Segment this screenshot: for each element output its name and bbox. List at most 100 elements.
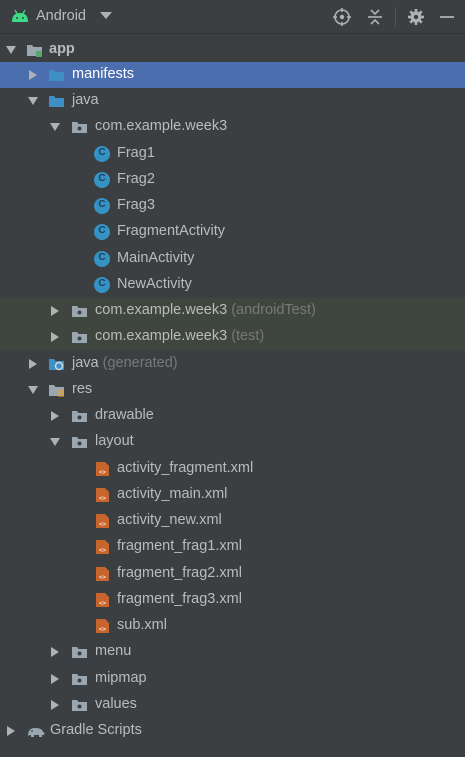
tree-node-class[interactable]: C Frag2 [0, 167, 465, 193]
package-icon [72, 122, 87, 133]
tree-label: manifests [72, 66, 135, 82]
svg-text:<>: <> [99, 600, 107, 607]
tree-node-gradle-scripts[interactable]: Gradle Scripts [0, 718, 465, 744]
tree-node-class[interactable]: C Frag3 [0, 193, 465, 219]
collapsed-arrow-icon[interactable] [50, 332, 60, 342]
tree-node-class[interactable]: C NewActivity [0, 272, 465, 298]
svg-text:<>: <> [99, 469, 107, 476]
collapsed-arrow-icon[interactable] [28, 359, 38, 369]
class-icon: C [94, 277, 110, 293]
tree-node-class[interactable]: C Frag1 [0, 141, 465, 167]
tree-node-values[interactable]: values [0, 692, 465, 718]
expanded-arrow-icon[interactable] [6, 45, 16, 55]
tree-node-class[interactable]: C FragmentActivity [0, 219, 465, 245]
xml-file-icon: <> [96, 567, 109, 581]
collapsed-arrow-icon[interactable] [6, 726, 16, 736]
tree-node-xml-file[interactable]: <> activity_main.xml [0, 482, 465, 508]
tree-label: menu [95, 643, 132, 659]
tree-label: mipmap [95, 670, 147, 686]
dropdown-arrow-icon[interactable] [100, 12, 112, 20]
tree-label: Frag2 [117, 171, 155, 187]
folder-icon [72, 674, 87, 685]
tree-node-xml-file[interactable]: <> sub.xml [0, 613, 465, 639]
tree-label-suffix: (androidTest) [231, 302, 316, 318]
class-icon: C [94, 224, 110, 240]
class-icon: C [94, 251, 110, 267]
tree-node-mipmap[interactable]: mipmap [0, 666, 465, 692]
svg-text:<>: <> [99, 574, 107, 581]
tree-node-drawable[interactable]: drawable [0, 403, 465, 429]
svg-text:<>: <> [99, 495, 107, 502]
class-icon: C [94, 172, 110, 188]
tree-node-package-test[interactable]: com.example.week3 (test) [0, 324, 465, 350]
minimize-icon[interactable] [437, 7, 457, 27]
class-icon: C [94, 146, 110, 162]
collapsed-arrow-icon[interactable] [50, 674, 60, 684]
tree-node-package-main[interactable]: com.example.week3 [0, 114, 465, 140]
tree-label: java (generated) [72, 355, 178, 371]
tree-label: FragmentActivity [117, 223, 225, 239]
svg-text:<>: <> [99, 547, 107, 554]
tree-label: activity_main.xml [117, 486, 228, 502]
tree-label: activity_new.xml [117, 512, 222, 528]
collapsed-arrow-icon[interactable] [50, 411, 60, 421]
expanded-arrow-icon[interactable] [28, 385, 38, 395]
collapsed-arrow-icon[interactable] [50, 700, 60, 710]
tree-node-xml-file[interactable]: <> fragment_frag2.xml [0, 561, 465, 587]
svg-text:<>: <> [99, 521, 107, 528]
tree-label: drawable [95, 407, 154, 423]
xml-file-icon: <> [96, 593, 109, 607]
tree-label: fragment_frag3.xml [117, 591, 242, 607]
folder-icon [72, 647, 87, 658]
tree-label: Gradle Scripts [50, 722, 142, 738]
tree-node-app[interactable]: app [0, 37, 465, 63]
gear-icon[interactable] [406, 7, 426, 27]
tree-node-package-android-test[interactable]: com.example.week3 (androidTest) [0, 298, 465, 324]
tree-label: Frag3 [117, 197, 155, 213]
folder-icon [72, 411, 87, 422]
expanded-arrow-icon[interactable] [28, 96, 38, 106]
tree-node-xml-file[interactable]: <> fragment_frag3.xml [0, 587, 465, 613]
xml-file-icon: <> [96, 488, 109, 502]
tree-label: res [72, 381, 93, 397]
collapsed-arrow-icon[interactable] [50, 647, 60, 657]
tree-label: layout [95, 433, 134, 449]
tree-node-java-generated[interactable]: java (generated) [0, 351, 465, 377]
collapsed-arrow-icon[interactable] [28, 70, 38, 80]
tree-label: app [49, 41, 75, 57]
tree-node-res[interactable]: res [0, 377, 465, 403]
tree-label: Frag1 [117, 145, 155, 161]
collapse-all-icon[interactable] [365, 7, 385, 27]
tree-node-java[interactable]: java [0, 88, 465, 114]
tree-node-class[interactable]: C MainActivity [0, 246, 465, 272]
tree-label: java [72, 92, 99, 108]
android-icon [12, 9, 28, 22]
tree-label-suffix: (generated) [102, 355, 178, 371]
tree-node-xml-file[interactable]: <> activity_fragment.xml [0, 456, 465, 482]
source-folder-icon [49, 96, 64, 107]
generated-folder-icon [49, 359, 64, 371]
collapsed-arrow-icon[interactable] [50, 306, 60, 316]
folder-icon [49, 70, 64, 81]
tree-node-xml-file[interactable]: <> fragment_frag1.xml [0, 534, 465, 560]
locate-icon[interactable] [332, 7, 352, 27]
xml-file-icon: <> [96, 540, 109, 554]
tree-label-suffix: (test) [231, 328, 265, 344]
gradle-elephant-icon [28, 728, 45, 737]
module-folder-icon [27, 45, 42, 57]
tree-node-menu[interactable]: menu [0, 639, 465, 665]
expanded-arrow-icon[interactable] [50, 437, 60, 447]
toolbar-separator [395, 7, 396, 27]
svg-text:<>: <> [99, 626, 107, 633]
tree-node-manifests[interactable]: manifests [0, 62, 465, 88]
tree-label: fragment_frag1.xml [117, 538, 242, 554]
tree-label: com.example.week3 (test) [95, 328, 265, 344]
tree-node-layout[interactable]: layout [0, 429, 465, 455]
resource-folder-icon [49, 385, 64, 397]
package-icon [72, 332, 87, 343]
tree-label: activity_fragment.xml [117, 460, 254, 476]
expanded-arrow-icon[interactable] [50, 122, 60, 132]
tree-label: NewActivity [117, 276, 192, 292]
tree-node-xml-file[interactable]: <> activity_new.xml [0, 508, 465, 534]
project-view-selector[interactable]: Android [36, 8, 86, 24]
